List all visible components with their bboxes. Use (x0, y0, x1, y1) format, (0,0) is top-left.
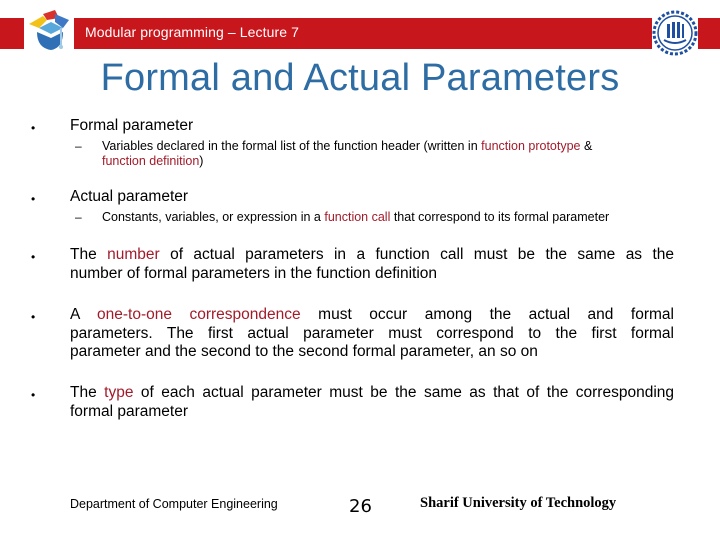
text-line: number of formal parameters in the funct… (70, 264, 438, 282)
footer-university: Sharif University of Technology (420, 495, 617, 511)
highlight-function-prototype: function prototype (481, 139, 581, 153)
text-line: parameter and the second to the second f… (70, 343, 538, 360)
slide-title: Formal and Actual Parameters (100, 57, 620, 99)
bullet-marker: • (31, 192, 36, 206)
bullet-formal-parameter: Formal parameter (70, 117, 194, 134)
dash-marker: – (75, 139, 82, 153)
bullet-marker: • (31, 310, 36, 324)
graduation-cap-puzzle-logo-icon (29, 10, 69, 50)
highlight-function-definition: function definition (102, 154, 200, 168)
bullet-number-rule: The number of actual parameters in a fun… (70, 246, 674, 283)
text-run: Variables declared in the formal list of… (102, 139, 482, 153)
text-run: ) (199, 154, 204, 168)
bullet-marker: • (31, 388, 36, 402)
text-line: parameters. The first actual parameter m… (70, 324, 674, 342)
text-run: of each actual parameter must be the sam… (133, 384, 674, 401)
text-run: of actual parameters in a function call … (159, 246, 675, 263)
sub-bullet-actual-definition: Constants, variables, or expression in a… (102, 210, 677, 225)
text-run: A (70, 306, 97, 323)
sharif-university-emblem-icon (652, 10, 698, 56)
bullet-actual-parameter: Actual parameter (70, 188, 189, 205)
text-line: The number of actual parameters in a fun… (70, 246, 674, 265)
text-run: The (70, 246, 108, 263)
text-run: must occur among the actual and formal (300, 306, 674, 323)
text-line: formal parameter (70, 402, 189, 420)
bullet-correspondence-rule: A one-to-one correspondence must occur a… (70, 306, 674, 362)
header-band-right (698, 18, 720, 49)
text-run: The (70, 384, 105, 401)
bullet-type-rule: The type of each actual parameter must b… (70, 384, 674, 421)
page-number: 26 (349, 496, 372, 517)
highlight-number: number (107, 246, 160, 263)
text-line: A one-to-one correspondence must occur a… (70, 306, 674, 325)
bullet-marker: • (31, 121, 36, 135)
course-title: Modular programming – Lecture 7 (85, 24, 299, 40)
text-run: that correspond to its formal parameter (390, 210, 610, 224)
text-run: Constants, variables, or expression in a (102, 210, 325, 224)
bullet-marker: • (31, 250, 36, 264)
highlight-function-call: function call (324, 210, 391, 224)
header-band-left (0, 18, 24, 49)
highlight-one-to-one: one-to-one correspondence (97, 306, 301, 323)
footer-department: Department of Computer Engineering (70, 497, 278, 511)
dash-marker: – (75, 210, 82, 224)
text-run: & (580, 139, 593, 153)
sub-bullet-formal-definition: Variables declared in the formal list of… (102, 139, 677, 169)
text-line: The type of each actual parameter must b… (70, 384, 674, 403)
highlight-type: type (104, 384, 134, 401)
